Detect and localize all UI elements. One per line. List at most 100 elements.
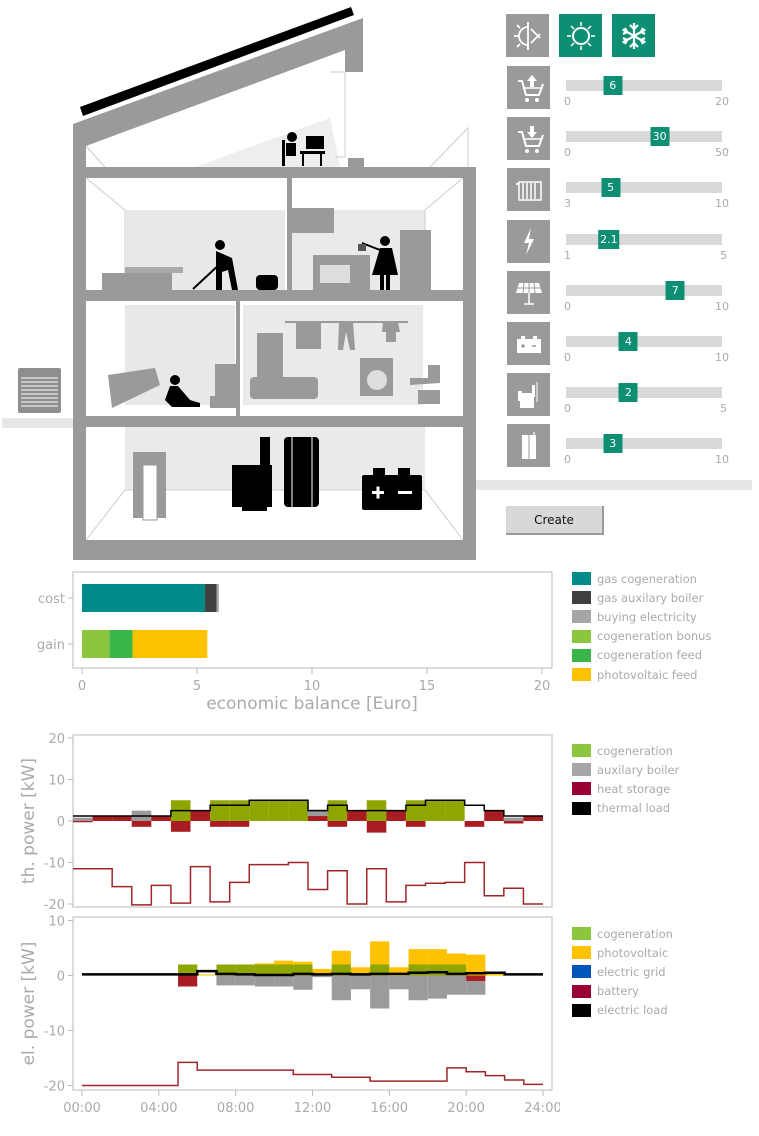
- bar-segment: [210, 800, 230, 821]
- y-tick-label: -10: [44, 1025, 65, 1040]
- bar-segment: [216, 975, 236, 986]
- bar-segment: [389, 975, 409, 990]
- bar-segment: [274, 960, 294, 965]
- bar-segment: [229, 800, 250, 821]
- lightning-icon: [523, 228, 534, 256]
- create-button[interactable]: Create: [506, 506, 604, 535]
- legend-swatch: [572, 946, 591, 960]
- electric-demand-slider[interactable]: 2.1: [566, 229, 722, 249]
- electric-demand-max-label: 5: [720, 248, 727, 262]
- heating-demand-button[interactable]: [507, 168, 550, 212]
- y-tick-label: -10: [44, 857, 65, 872]
- bar-segment: [254, 963, 275, 965]
- electricity-sell-price-slider[interactable]: 30: [566, 127, 722, 147]
- cogeneration-size-slider-thumb[interactable]: 2: [618, 383, 638, 403]
- bar-segment: [331, 975, 351, 1001]
- x-tick-label: 20: [534, 679, 551, 694]
- y-tick-label: 10: [48, 774, 65, 789]
- bar-segment: [308, 816, 328, 821]
- x-tick-label: 04:00: [140, 1101, 177, 1116]
- bar-segment: [427, 975, 447, 999]
- storage-tank-icon: [521, 431, 536, 459]
- battery-size-button[interactable]: [507, 322, 550, 365]
- bar-segment: [446, 975, 467, 995]
- cogeneration-size-slider[interactable]: 2: [566, 383, 722, 403]
- ground-left: [2, 418, 74, 428]
- floor-attic: [73, 167, 476, 178]
- legend-swatch: [572, 782, 591, 796]
- bar-segment: [312, 975, 332, 978]
- outdoor-unit-icon: [18, 368, 61, 413]
- electricity-sell-price-button[interactable]: [507, 117, 550, 161]
- bar-segment: [73, 817, 93, 821]
- photovoltaic-size-min-label: 0: [564, 299, 571, 313]
- legend-swatch: [572, 648, 591, 662]
- photovoltaic-size-slider-thumb[interactable]: 7: [665, 280, 685, 300]
- legend-item: cogeneration: [572, 741, 679, 760]
- bar-segment: [216, 584, 219, 612]
- season-summer-button[interactable]: [559, 14, 602, 57]
- x-tick-label: 15: [419, 679, 436, 694]
- legend-label: thermal load: [597, 801, 671, 816]
- legend-swatch: [572, 610, 591, 624]
- legend-item: photovoltaic feed: [572, 665, 711, 684]
- bar-segment: [131, 821, 152, 827]
- photovoltaic-size-slider[interactable]: 7: [566, 280, 722, 300]
- ground-right: [476, 480, 752, 490]
- season-transition-button[interactable]: [506, 14, 549, 57]
- heat-storage-tank-icon: [284, 437, 319, 507]
- bar-segment: [503, 821, 524, 824]
- cogeneration-size-button[interactable]: [507, 373, 550, 417]
- bar-segment: [293, 961, 313, 965]
- heat-storage-size-min-label: 0: [564, 453, 571, 467]
- photovoltaic-size-max-label: 10: [715, 299, 729, 313]
- bar-segment: [268, 800, 289, 821]
- legend-item: cogeneration: [572, 924, 673, 943]
- legend-label: battery: [597, 984, 639, 999]
- legend-item: battery: [572, 982, 673, 1001]
- bar-segment: [446, 953, 467, 965]
- bar-segment: [327, 800, 348, 821]
- sun-snowflake-icon: [513, 21, 541, 50]
- legend-label: electric load: [597, 1003, 668, 1018]
- season-winter-button[interactable]: [612, 14, 655, 57]
- y-tick-label: cost: [38, 592, 65, 607]
- solar-panel-icon: [515, 283, 542, 306]
- legend-label: gas auxilary boiler: [597, 590, 704, 605]
- legend-label: electric grid: [597, 964, 666, 979]
- electric-demand-slider-thumb[interactable]: 2.1: [598, 229, 620, 249]
- snowflake-icon: [621, 22, 646, 49]
- electric-demand-min-label: 1: [564, 248, 571, 262]
- bar-segment: [197, 974, 217, 976]
- legend-item: gas auxilary boiler: [572, 588, 711, 607]
- electricity-buy-price-min-label: 0: [564, 95, 571, 108]
- battery-size-slider-thumb[interactable]: 4: [618, 332, 638, 351]
- heat-storage-size-slider[interactable]: 3: [566, 434, 722, 454]
- y-tick-label: 0: [57, 970, 65, 985]
- bar-segment: [425, 800, 446, 821]
- heating-demand-slider-thumb[interactable]: 5: [601, 178, 621, 198]
- y-tick-label: 0: [57, 815, 65, 830]
- heat-storage-size-max-label: 10: [715, 453, 729, 467]
- electric-demand-button[interactable]: [507, 219, 550, 263]
- bar-segment: [427, 964, 447, 976]
- legend-item: thermal load: [572, 799, 679, 818]
- legend-label: buying electricity: [597, 609, 697, 624]
- bar-segment: [405, 821, 426, 827]
- battery-size-slider[interactable]: 4: [566, 332, 722, 351]
- heat-storage-size-slider-thumb[interactable]: 3: [603, 434, 623, 454]
- heat-storage-size-button[interactable]: [507, 424, 550, 468]
- x-tick-label: 08:00: [217, 1101, 254, 1116]
- legend-swatch: [572, 927, 591, 941]
- heating-demand-slider[interactable]: 5: [566, 178, 722, 198]
- bar-segment: [327, 821, 348, 827]
- electricity-buy-price-slider[interactable]: 6: [566, 76, 722, 95]
- bar-segment: [427, 949, 447, 965]
- bar-segment: [386, 811, 406, 821]
- electricity-sell-price-slider-thumb[interactable]: 30: [650, 127, 670, 147]
- legend-label: gas cogeneration: [597, 571, 697, 586]
- photovoltaic-size-button[interactable]: [507, 270, 550, 314]
- electricity-buy-price-button[interactable]: [507, 66, 550, 109]
- bar-segment: [408, 949, 428, 965]
- electricity-buy-price-slider-thumb[interactable]: 6: [603, 76, 623, 95]
